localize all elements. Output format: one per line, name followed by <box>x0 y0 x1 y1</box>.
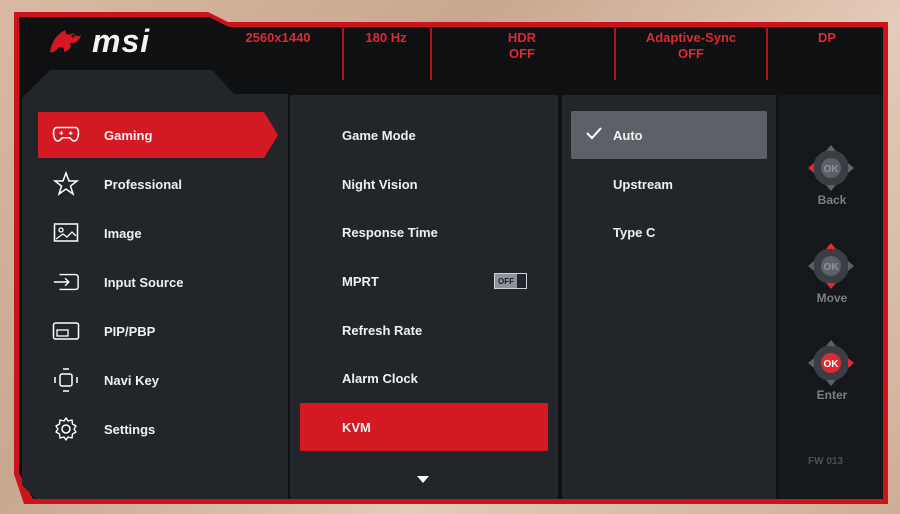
sub-menu-item-alarm-clock[interactable]: Alarm Clock <box>300 354 548 402</box>
navi-move-label: Move <box>816 291 848 305</box>
main-menu-item-professional[interactable]: Professional <box>38 161 278 207</box>
sub-menu-label: MPRT <box>342 273 379 289</box>
brand-name: msi <box>92 22 151 59</box>
navi-enter-icon: OK <box>806 338 856 388</box>
sub-menu-label: Alarm Clock <box>342 370 418 386</box>
status-refresh-rate: 180 Hz <box>344 30 428 80</box>
main-menu-item-gaming[interactable]: Gaming <box>38 112 278 158</box>
sub-menu-item-response-time[interactable]: Response Time <box>300 208 548 256</box>
input-source-icon <box>52 268 80 296</box>
main-menu-label: Input Source <box>104 274 184 290</box>
main-menu-item-input-source[interactable]: Input Source <box>38 259 278 305</box>
option-label: Type C <box>613 224 656 240</box>
main-menu-label: PIP/PBP <box>104 323 156 339</box>
status-hdr: HDR OFF <box>432 30 612 80</box>
sub-menu-item-kvm[interactable]: KVM <box>300 403 548 451</box>
status-input: DP <box>768 30 886 80</box>
mprt-toggle-state: OFF <box>495 274 517 288</box>
caret-down-icon[interactable] <box>416 471 430 489</box>
status-refresh-rate-value: 180 Hz <box>365 30 407 45</box>
image-icon <box>52 219 80 247</box>
sub-menu-label: Refresh Rate <box>342 322 423 338</box>
sub-menu-label: KVM <box>342 419 371 435</box>
svg-text:OK: OK <box>824 262 840 273</box>
sub-menu-label: Game Mode <box>342 127 416 143</box>
main-menu-item-navi-key[interactable]: Navi Key <box>38 357 278 403</box>
brand-logo: msi <box>46 22 151 59</box>
navi-key-icon <box>52 366 80 394</box>
option-label: Upstream <box>613 176 673 192</box>
navi-back-label: Back <box>817 193 847 207</box>
option-label: Auto <box>613 127 643 143</box>
checkmark-icon <box>586 127 602 140</box>
gear-icon <box>52 415 80 443</box>
status-adaptive-sync-label: Adaptive-Sync <box>645 30 737 45</box>
status-adaptive-sync-value: OFF <box>678 46 704 61</box>
main-menu-item-settings[interactable]: Settings <box>38 406 278 452</box>
status-input-value: DP <box>817 30 837 45</box>
pip-pbp-icon <box>52 317 80 345</box>
navi-enter-label: Enter <box>816 388 848 402</box>
main-menu-label: Professional <box>104 176 183 192</box>
navi-move-icon: OK <box>806 241 856 291</box>
status-hdr-label: HDR <box>507 30 537 45</box>
main-menu-label: Navi Key <box>104 372 159 388</box>
svg-text:OK: OK <box>824 359 840 370</box>
main-menu-item-pip-pbp[interactable]: PIP/PBP <box>38 308 278 354</box>
sub-menu-label: Night Vision <box>342 176 418 192</box>
star-icon <box>52 170 80 198</box>
main-menu-label: Image <box>104 225 142 241</box>
sub-menu-label: Response Time <box>342 224 438 240</box>
navi-back-icon: OK <box>806 143 856 193</box>
status-resolution-value: 2560x1440 <box>245 30 311 45</box>
status-hdr-value: OFF <box>509 46 535 61</box>
status-adaptive-sync: Adaptive-Sync OFF <box>616 30 766 80</box>
status-resolution: 2560x1440 <box>230 30 326 80</box>
option-item-upstream[interactable]: Upstream <box>571 160 767 208</box>
sub-menu-item-game-mode[interactable]: Game Mode <box>300 111 548 159</box>
dragon-icon <box>50 30 81 53</box>
option-item-type-c[interactable]: Type C <box>571 208 767 256</box>
option-item-auto[interactable]: Auto <box>571 111 767 159</box>
sub-menu-item-night-vision[interactable]: Night Vision <box>300 160 548 208</box>
firmware-version: FW 013 <box>808 456 844 467</box>
main-menu-label: Settings <box>104 421 156 437</box>
mprt-toggle[interactable]: OFF <box>494 273 527 289</box>
main-menu-label: Gaming <box>104 127 153 143</box>
main-menu-item-image[interactable]: Image <box>38 210 278 256</box>
svg-text:OK: OK <box>824 164 840 175</box>
sub-menu-item-refresh-rate[interactable]: Refresh Rate <box>300 306 548 354</box>
gamepad-icon <box>52 121 80 149</box>
